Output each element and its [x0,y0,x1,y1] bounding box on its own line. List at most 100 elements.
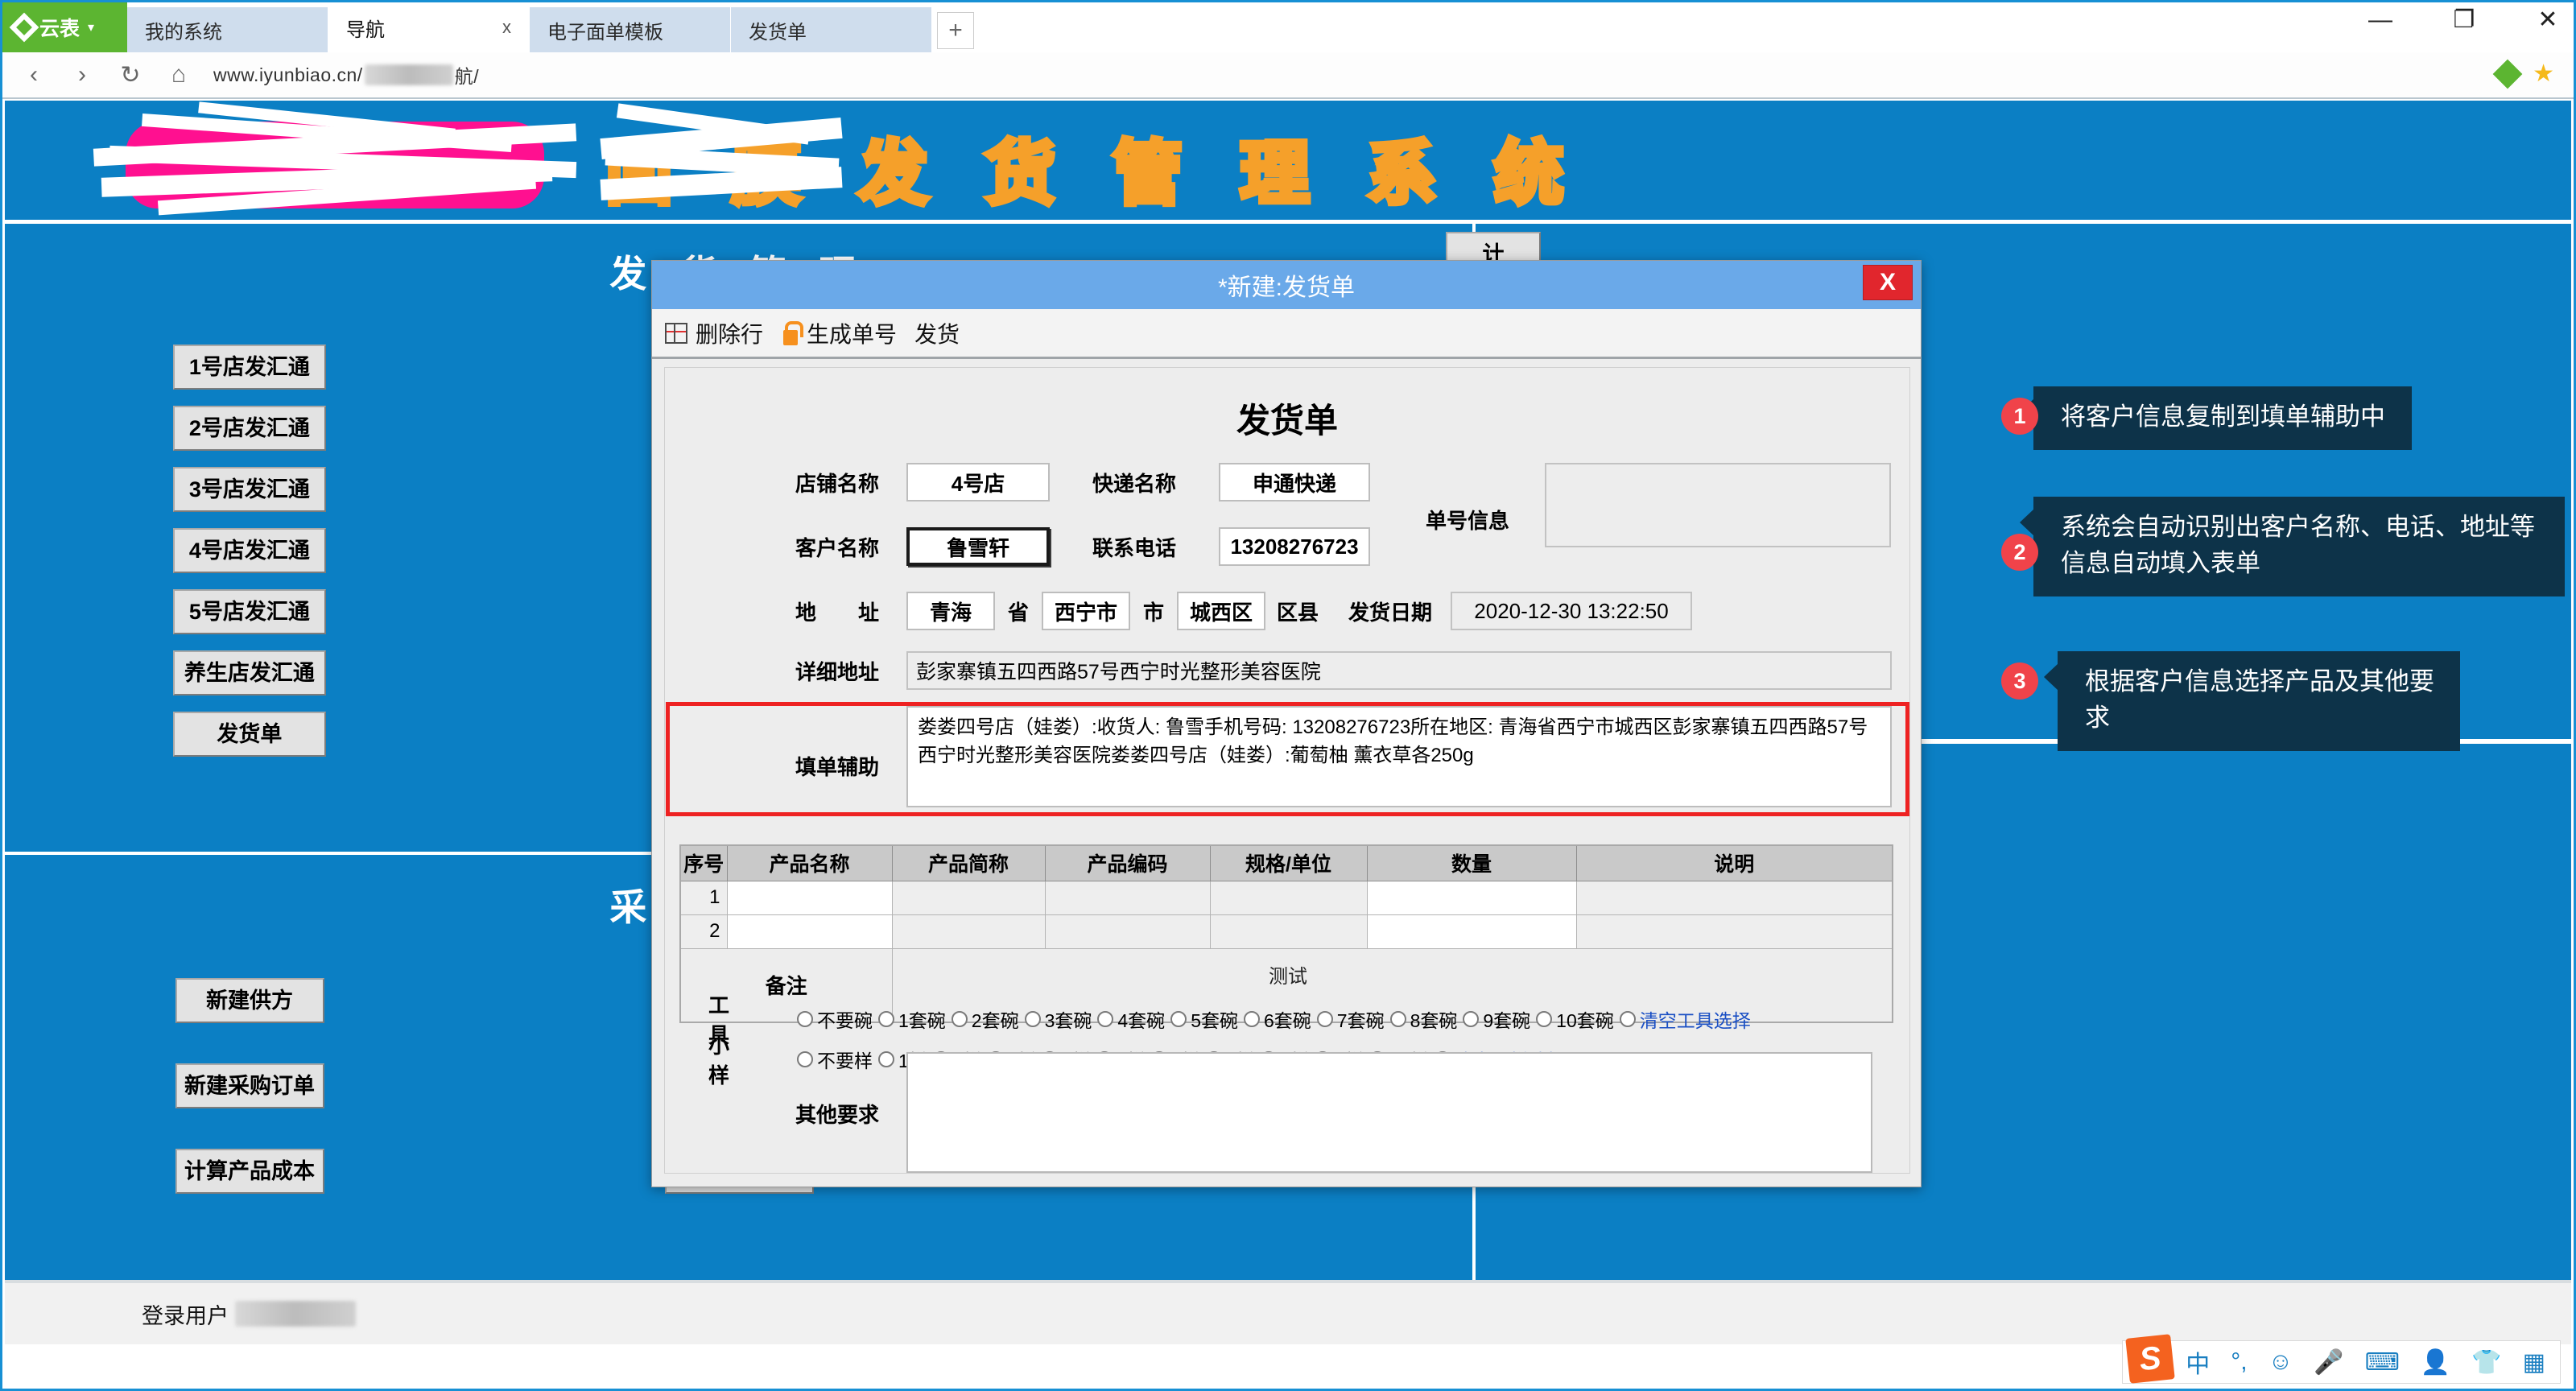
chinese-mode-icon[interactable]: 中 [2186,1344,2210,1380]
customer-name-input[interactable]: 鲁雪轩 [906,527,1050,566]
address-district-input[interactable]: 城西区 [1177,592,1265,630]
col-product-name: 产品名称 [726,844,893,881]
btn-store5-huitong[interactable]: 5号店发汇通 [172,589,326,634]
other-requirements-label: 其他要求 [795,1103,879,1127]
toolbar-delete-row[interactable]: 删除行 [665,317,763,349]
cell-spec-unit[interactable] [1209,880,1368,915]
minimize-icon[interactable]: — [2363,6,2398,34]
btn-new-supplier[interactable]: 新建供方 [175,978,324,1023]
radio-icon[interactable] [1619,1011,1636,1027]
url-text[interactable]: www.iyunbiao.cn/ 航/ [213,61,479,89]
table-row[interactable]: 1 [679,880,1893,915]
close-icon[interactable]: ✕ [2530,6,2566,34]
cell-description[interactable] [1575,914,1893,949]
radio-icon[interactable] [1389,1011,1406,1027]
btn-store2-huitong[interactable]: 2号店发汇通 [172,406,326,451]
detail-address-input[interactable]: 彭家寨镇五四西路57号西宁时光整形美容医院 [906,651,1892,690]
radio-icon[interactable] [951,1011,968,1027]
punctuation-icon[interactable]: °, [2231,1348,2247,1376]
microphone-icon[interactable]: 🎤 [2314,1348,2343,1377]
callout-number: 2 [2001,533,2038,571]
tool-option-6[interactable]: 6套碗 [1243,1005,1311,1033]
menu-grid-icon[interactable]: ▦ [2523,1348,2545,1377]
option-label: 1套碗 [898,1010,946,1031]
maximize-icon[interactable]: ❐ [2446,6,2482,34]
keyboard-icon[interactable]: ⌨ [2365,1348,2400,1377]
toolbar-ship[interactable]: 发货 [914,317,960,349]
fill-helper-highlight-box [666,702,1909,816]
btn-new-purchase-order[interactable]: 新建采购订单 [175,1063,324,1108]
app-logo-tab[interactable]: 云表 ▾ [2,2,127,52]
back-icon[interactable]: ‹ [20,61,47,89]
tab-eorder-template[interactable]: 电子面单模板 [530,7,731,52]
tool-option-5[interactable]: 5套碗 [1170,1005,1238,1033]
btn-health-huitong[interactable]: 养生店发汇通 [172,650,326,696]
new-tab-button[interactable]: + [937,12,974,49]
sogou-logo-icon[interactable]: S [2125,1334,2176,1384]
shipping-order-dialog: *新建:发货单 X 删除行 生成单号 发货 发货单 店铺名称 4号店 快递名称 [651,260,1922,1187]
cell-product-short[interactable] [891,914,1046,949]
tool-option-4[interactable]: 4套碗 [1097,1005,1165,1033]
cell-product-code[interactable] [1044,880,1211,915]
radio-icon[interactable] [1170,1011,1187,1027]
address-city-input[interactable]: 西宁市 [1042,592,1130,630]
cell-spec-unit[interactable] [1209,914,1368,949]
courier-name-input[interactable]: 申通快递 [1219,463,1370,502]
tool-option-2[interactable]: 2套碗 [951,1005,1019,1033]
btn-store4-huitong[interactable]: 4号店发汇通 [172,528,326,573]
close-icon[interactable]: x [502,17,511,38]
reload-icon[interactable]: ↻ [117,61,144,89]
option-label: 2套碗 [971,1010,1019,1031]
chevron-down-icon[interactable]: ▾ [88,19,94,35]
cell-index: 2 [679,914,728,949]
radio-icon[interactable] [1243,1011,1260,1027]
btn-store3-huitong[interactable]: 3号店发汇通 [172,467,326,512]
emoji-icon[interactable]: ☺ [2268,1348,2293,1376]
toolbar-generate-number[interactable]: 生成单号 [781,317,897,349]
other-requirements-input[interactable] [906,1052,1872,1173]
tool-clear-option[interactable]: 清空工具选择 [1619,1005,1751,1033]
tracking-info-input[interactable] [1545,463,1891,547]
table-row[interactable]: 2 [679,914,1893,949]
tool-option-8[interactable]: 8套碗 [1389,1005,1457,1033]
btn-calc-product-cost[interactable]: 计算产品成本 [175,1149,324,1194]
cell-description[interactable] [1575,880,1893,915]
dialog-titlebar[interactable]: *新建:发货单 X [652,261,1921,309]
btn-shipping-order[interactable]: 发货单 [172,712,326,757]
tool-option-10[interactable]: 10套碗 [1536,1005,1614,1033]
address-province-input[interactable]: 青海 [906,592,995,630]
skin-icon[interactable]: 👕 [2471,1348,2501,1377]
radio-icon[interactable] [1097,1011,1114,1027]
cell-product-short[interactable] [891,880,1046,915]
tool-option-9[interactable]: 9套碗 [1463,1005,1530,1033]
contact-phone-input[interactable]: 13208276723 [1219,527,1370,566]
dialog-close-button[interactable]: X [1863,265,1913,300]
radio-icon[interactable] [1536,1011,1553,1027]
tool-option-7[interactable]: 7套碗 [1316,1005,1385,1033]
store-name-input[interactable]: 4号店 [906,463,1050,502]
bookmark-star-icon[interactable]: ★ [2533,62,2554,86]
cell-quantity[interactable] [1366,880,1577,915]
radio-icon[interactable] [1463,1011,1480,1027]
cell-quantity[interactable] [1366,914,1577,949]
cell-product-name[interactable] [726,914,893,949]
cell-product-name[interactable] [726,880,893,915]
contact-phone-label: 联系电话 [1092,535,1176,560]
tool-option-0[interactable]: 不要碗 [797,1005,873,1033]
radio-icon[interactable] [878,1011,894,1027]
user-icon[interactable]: 👤 [2421,1348,2450,1377]
forward-icon[interactable]: › [68,61,96,89]
radio-icon[interactable] [1316,1011,1333,1027]
url-suffix: 航/ [454,66,480,87]
cell-product-code[interactable] [1044,914,1211,949]
tool-option-1[interactable]: 1套碗 [878,1005,946,1033]
home-icon[interactable]: ⌂ [165,61,192,89]
radio-icon[interactable] [797,1011,813,1027]
btn-store1-huitong[interactable]: 1号店发汇通 [172,345,326,390]
radio-icon[interactable] [1024,1011,1041,1027]
tab-navigation[interactable]: 导航 x [328,2,530,52]
cloud-diamond-icon[interactable] [2492,59,2523,89]
tool-option-3[interactable]: 3套碗 [1024,1005,1092,1033]
tab-shipping-order[interactable]: 发货单 [731,7,932,52]
tab-my-system[interactable]: 我的系统 [127,7,328,52]
